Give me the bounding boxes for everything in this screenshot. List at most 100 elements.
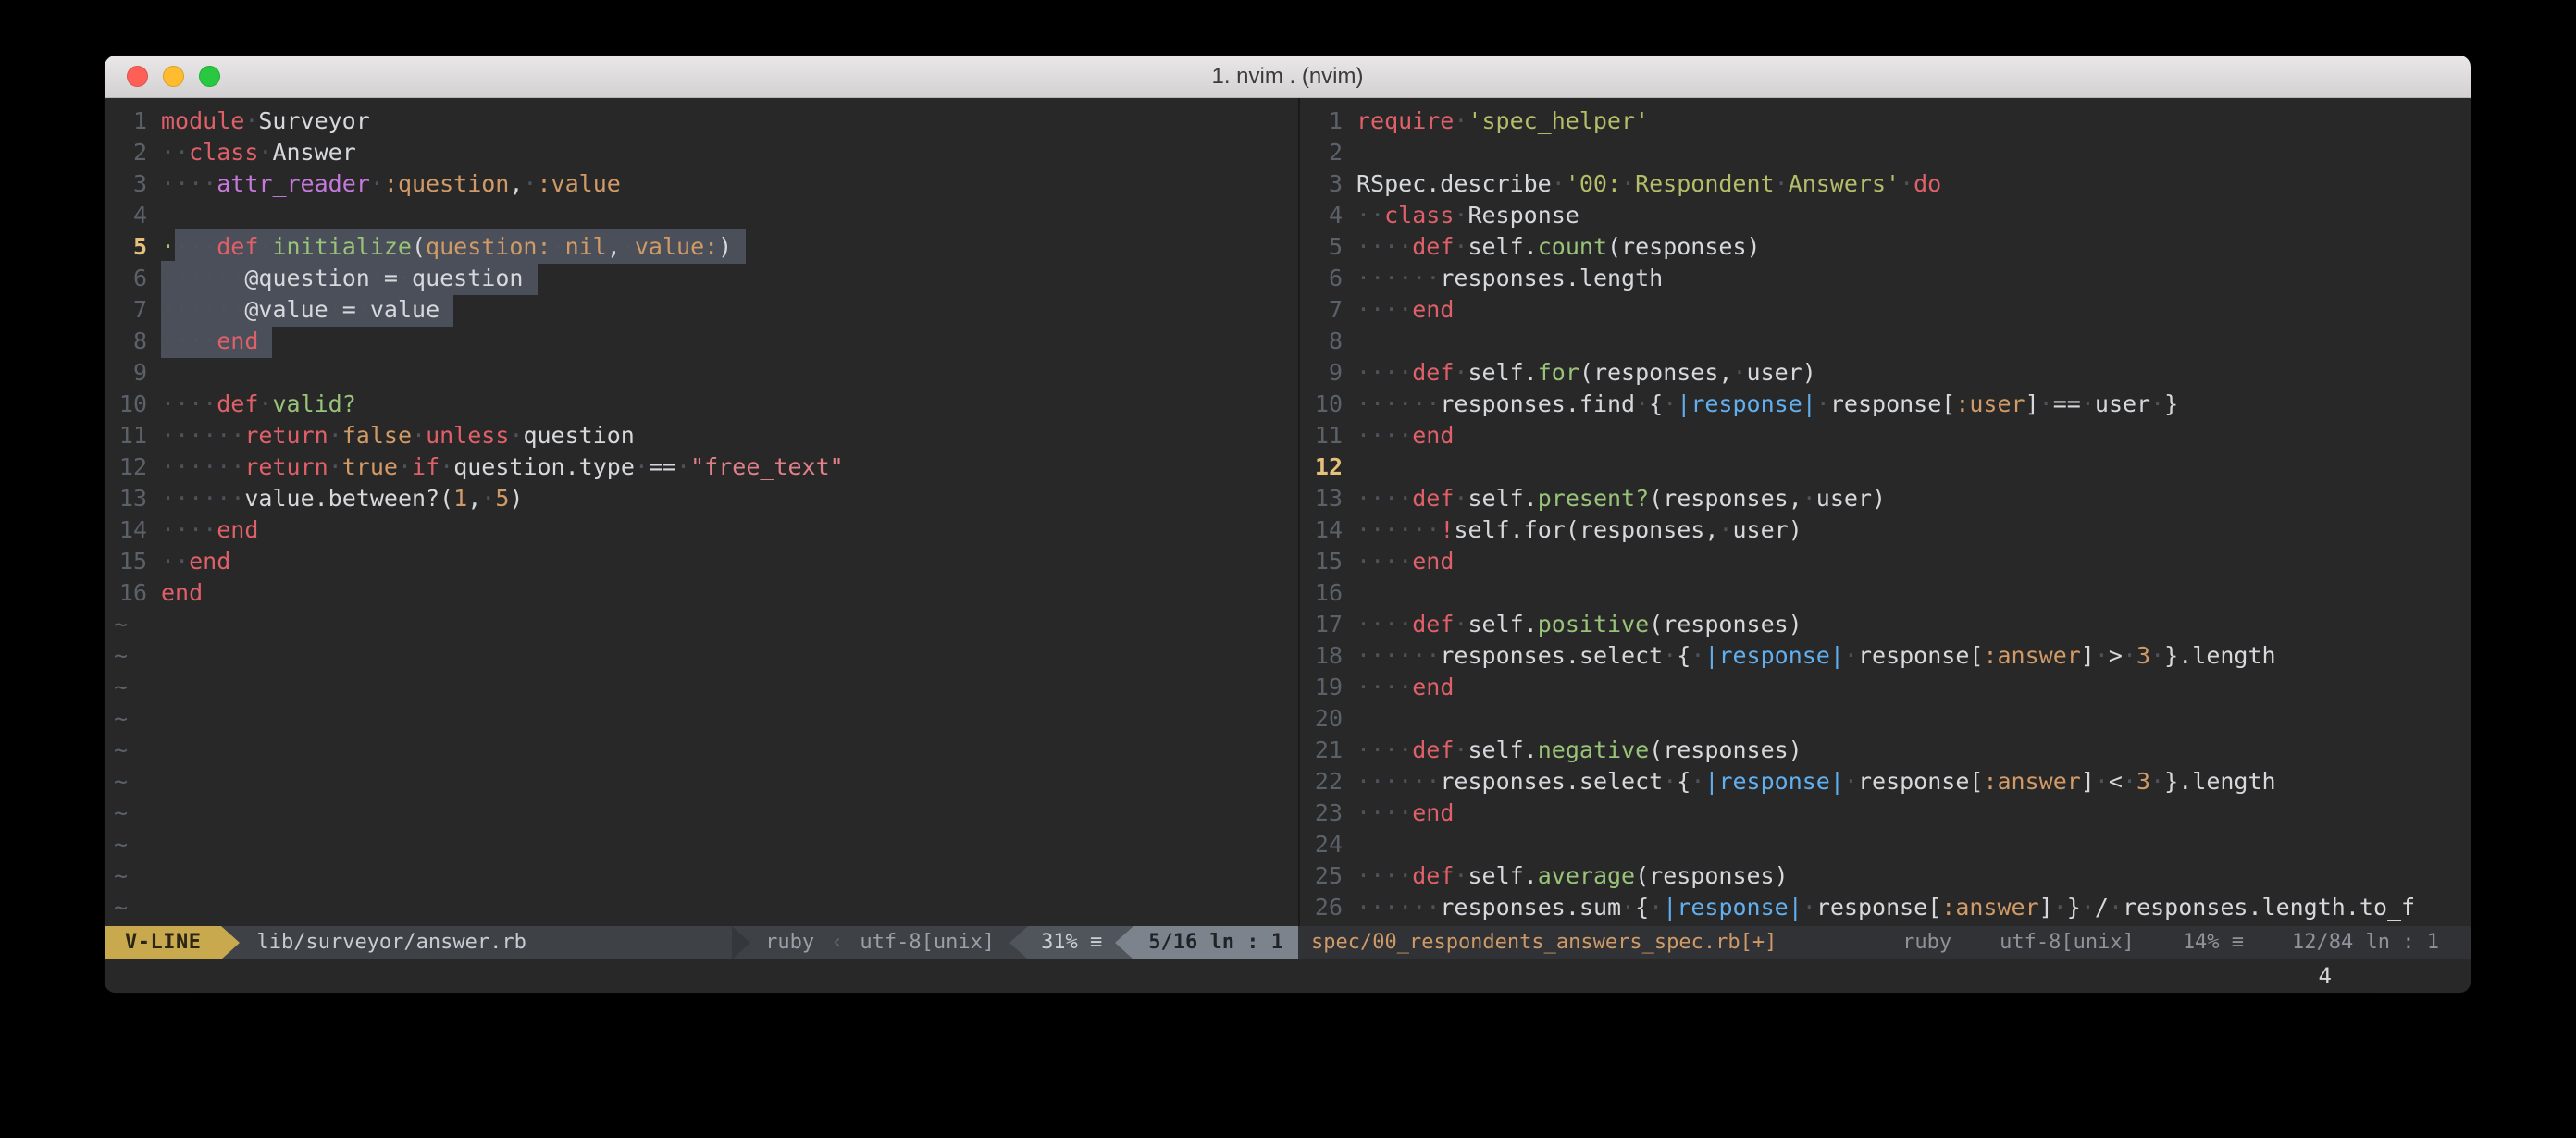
code-line[interactable]: 17····def·self.positive(responses) xyxy=(1300,609,2471,640)
powerline-arrow-icon xyxy=(732,926,750,959)
code-line[interactable]: 9 xyxy=(105,357,1298,389)
powerline-arrow-icon xyxy=(1115,926,1133,959)
code-line[interactable]: 2 xyxy=(1300,137,2471,168)
code-line[interactable]: 14····end xyxy=(105,514,1298,546)
line-number: 1 xyxy=(105,105,147,137)
line-number: 10 xyxy=(105,389,147,420)
line-number: 3 xyxy=(105,168,147,200)
line-number: 18 xyxy=(1300,640,1343,672)
code-line[interactable]: 20 xyxy=(1300,703,2471,735)
line-number: 5 xyxy=(1300,231,1343,263)
line-number: 16 xyxy=(105,577,147,609)
line-number: 13 xyxy=(105,483,147,514)
pane-answer-rb[interactable]: 1module·Surveyor2··class·Answer3····attr… xyxy=(105,98,1298,926)
line-number: 3 xyxy=(1300,168,1343,200)
thin-separator-icon: ‹ xyxy=(829,926,845,959)
line-number: 7 xyxy=(105,294,147,326)
empty-buffer-line: ~ xyxy=(105,798,1298,829)
code-line[interactable]: 10······responses.find·{·|response|·resp… xyxy=(1300,389,2471,420)
code-line[interactable]: 12 xyxy=(1300,451,2471,483)
code-line[interactable]: 8 xyxy=(1300,326,2471,357)
line-number: 1 xyxy=(1300,105,1343,137)
empty-buffer-line: ~ xyxy=(105,892,1298,923)
code-line[interactable]: 4 xyxy=(105,200,1298,231)
line-number: 9 xyxy=(1300,357,1343,389)
code-line[interactable]: 24 xyxy=(1300,829,2471,860)
line-number: 14 xyxy=(105,514,147,546)
mode-indicator: V-LINE xyxy=(105,926,221,959)
terminal-window: 1. nvim . (nvim) 1module·Surveyor2··clas… xyxy=(105,56,2471,993)
pending-command-count: 4 xyxy=(2319,963,2332,989)
code-line[interactable]: 25····def·self.average(responses) xyxy=(1300,860,2471,892)
code-line[interactable]: 22······responses.select·{·|response|·re… xyxy=(1300,766,2471,798)
line-number: 19 xyxy=(1300,672,1343,703)
statusline-spacer xyxy=(543,926,732,959)
statusline-scroll-percent: 14% ≡ xyxy=(2159,926,2268,959)
code-line[interactable]: 5····def·initialize(question:·nil,·value… xyxy=(105,231,1298,263)
empty-buffer-line: ~ xyxy=(105,829,1298,860)
code-line[interactable]: 8····end xyxy=(105,326,1298,357)
line-number: 8 xyxy=(105,326,147,357)
code-line[interactable]: 1require·'spec_helper' xyxy=(1300,105,2471,137)
code-line[interactable]: 13······value.between?(1,·5) xyxy=(105,483,1298,514)
line-number: 6 xyxy=(1300,263,1343,294)
code-line[interactable]: 12······return·true·if·question.type·==·… xyxy=(105,451,1298,483)
line-number: 21 xyxy=(1300,735,1343,766)
line-number: 23 xyxy=(1300,798,1343,829)
code-line[interactable]: 16 xyxy=(1300,577,2471,609)
line-number: 20 xyxy=(1300,703,1343,735)
line-number: 12 xyxy=(1300,451,1343,483)
statusline-line-col: 5/16 ln : 1 xyxy=(1133,926,1298,959)
line-number: 10 xyxy=(1300,389,1343,420)
statusline-inactive[interactable]: spec/00_respondents_answers_spec.rb[+] r… xyxy=(1298,926,2471,959)
line-number: 14 xyxy=(1300,514,1343,546)
code-line[interactable]: 6······@question·=·question xyxy=(105,263,1298,294)
code-line[interactable]: 3····attr_reader·:question,·:value xyxy=(105,168,1298,200)
statusline-spacer xyxy=(1790,926,1878,959)
code-line[interactable]: 21····def·self.negative(responses) xyxy=(1300,735,2471,766)
code-line[interactable]: 23····end xyxy=(1300,798,2471,829)
line-number: 17 xyxy=(1300,609,1343,640)
statusline-filetype: ruby xyxy=(750,926,829,959)
code-line[interactable]: 3RSpec.describe·'00:·Respondent·Answers'… xyxy=(1300,168,2471,200)
code-line[interactable]: 14······!self.for(responses,·user) xyxy=(1300,514,2471,546)
pane-spec-rb[interactable]: 1require·'spec_helper'23RSpec.describe·'… xyxy=(1298,98,2471,926)
line-number: 25 xyxy=(1300,860,1343,892)
statusline-filetype: ruby xyxy=(1878,926,1975,959)
code-line[interactable]: 4··class·Response xyxy=(1300,200,2471,231)
code-line[interactable]: 16end xyxy=(105,577,1298,609)
statusline-active[interactable]: V-LINE lib/surveyor/answer.rb ruby ‹ utf… xyxy=(105,926,1298,959)
code-line[interactable]: 2··class·Answer xyxy=(105,137,1298,168)
code-line[interactable]: 19····end xyxy=(1300,672,2471,703)
code-line[interactable]: 15····end xyxy=(1300,546,2471,577)
line-number: 24 xyxy=(1300,829,1343,860)
code-line[interactable]: 11····end xyxy=(1300,420,2471,451)
code-line[interactable]: 1module·Surveyor xyxy=(105,105,1298,137)
code-line[interactable]: 26······responses.sum·{·|response|·respo… xyxy=(1300,892,2471,923)
code-line[interactable]: 13····def·self.present?(responses,·user) xyxy=(1300,483,2471,514)
empty-buffer-line: ~ xyxy=(105,860,1298,892)
code-line[interactable]: 10····def·valid? xyxy=(105,389,1298,420)
code-line[interactable]: 11······return·false·unless·question xyxy=(105,420,1298,451)
code-line[interactable]: 9····def·self.for(responses,·user) xyxy=(1300,357,2471,389)
code-line[interactable]: 7····end xyxy=(1300,294,2471,326)
empty-buffer-line: ~ xyxy=(105,609,1298,640)
line-number: 9 xyxy=(105,357,147,389)
line-number: 16 xyxy=(1300,577,1343,609)
powerline-arrow-icon xyxy=(1009,926,1028,959)
empty-buffer-line: ~ xyxy=(105,766,1298,798)
line-number: 11 xyxy=(105,420,147,451)
code-line[interactable]: 15··end xyxy=(105,546,1298,577)
code-line[interactable]: 5····def·self.count(responses) xyxy=(1300,231,2471,263)
statusline-filename: lib/surveyor/answer.rb xyxy=(240,926,542,959)
empty-buffer-line: ~ xyxy=(105,640,1298,672)
line-number: 7 xyxy=(1300,294,1343,326)
empty-buffer-line: ~ xyxy=(105,703,1298,735)
line-number: 2 xyxy=(1300,137,1343,168)
code-line[interactable]: 7······@value·=·value xyxy=(105,294,1298,326)
statusline-filename: spec/00_respondents_answers_spec.rb[+] xyxy=(1298,926,1790,959)
code-line[interactable]: 18······responses.select·{·|response|·re… xyxy=(1300,640,2471,672)
titlebar[interactable]: 1. nvim . (nvim) xyxy=(105,56,2471,98)
code-line[interactable]: 6······responses.length xyxy=(1300,263,2471,294)
line-number: 22 xyxy=(1300,766,1343,798)
